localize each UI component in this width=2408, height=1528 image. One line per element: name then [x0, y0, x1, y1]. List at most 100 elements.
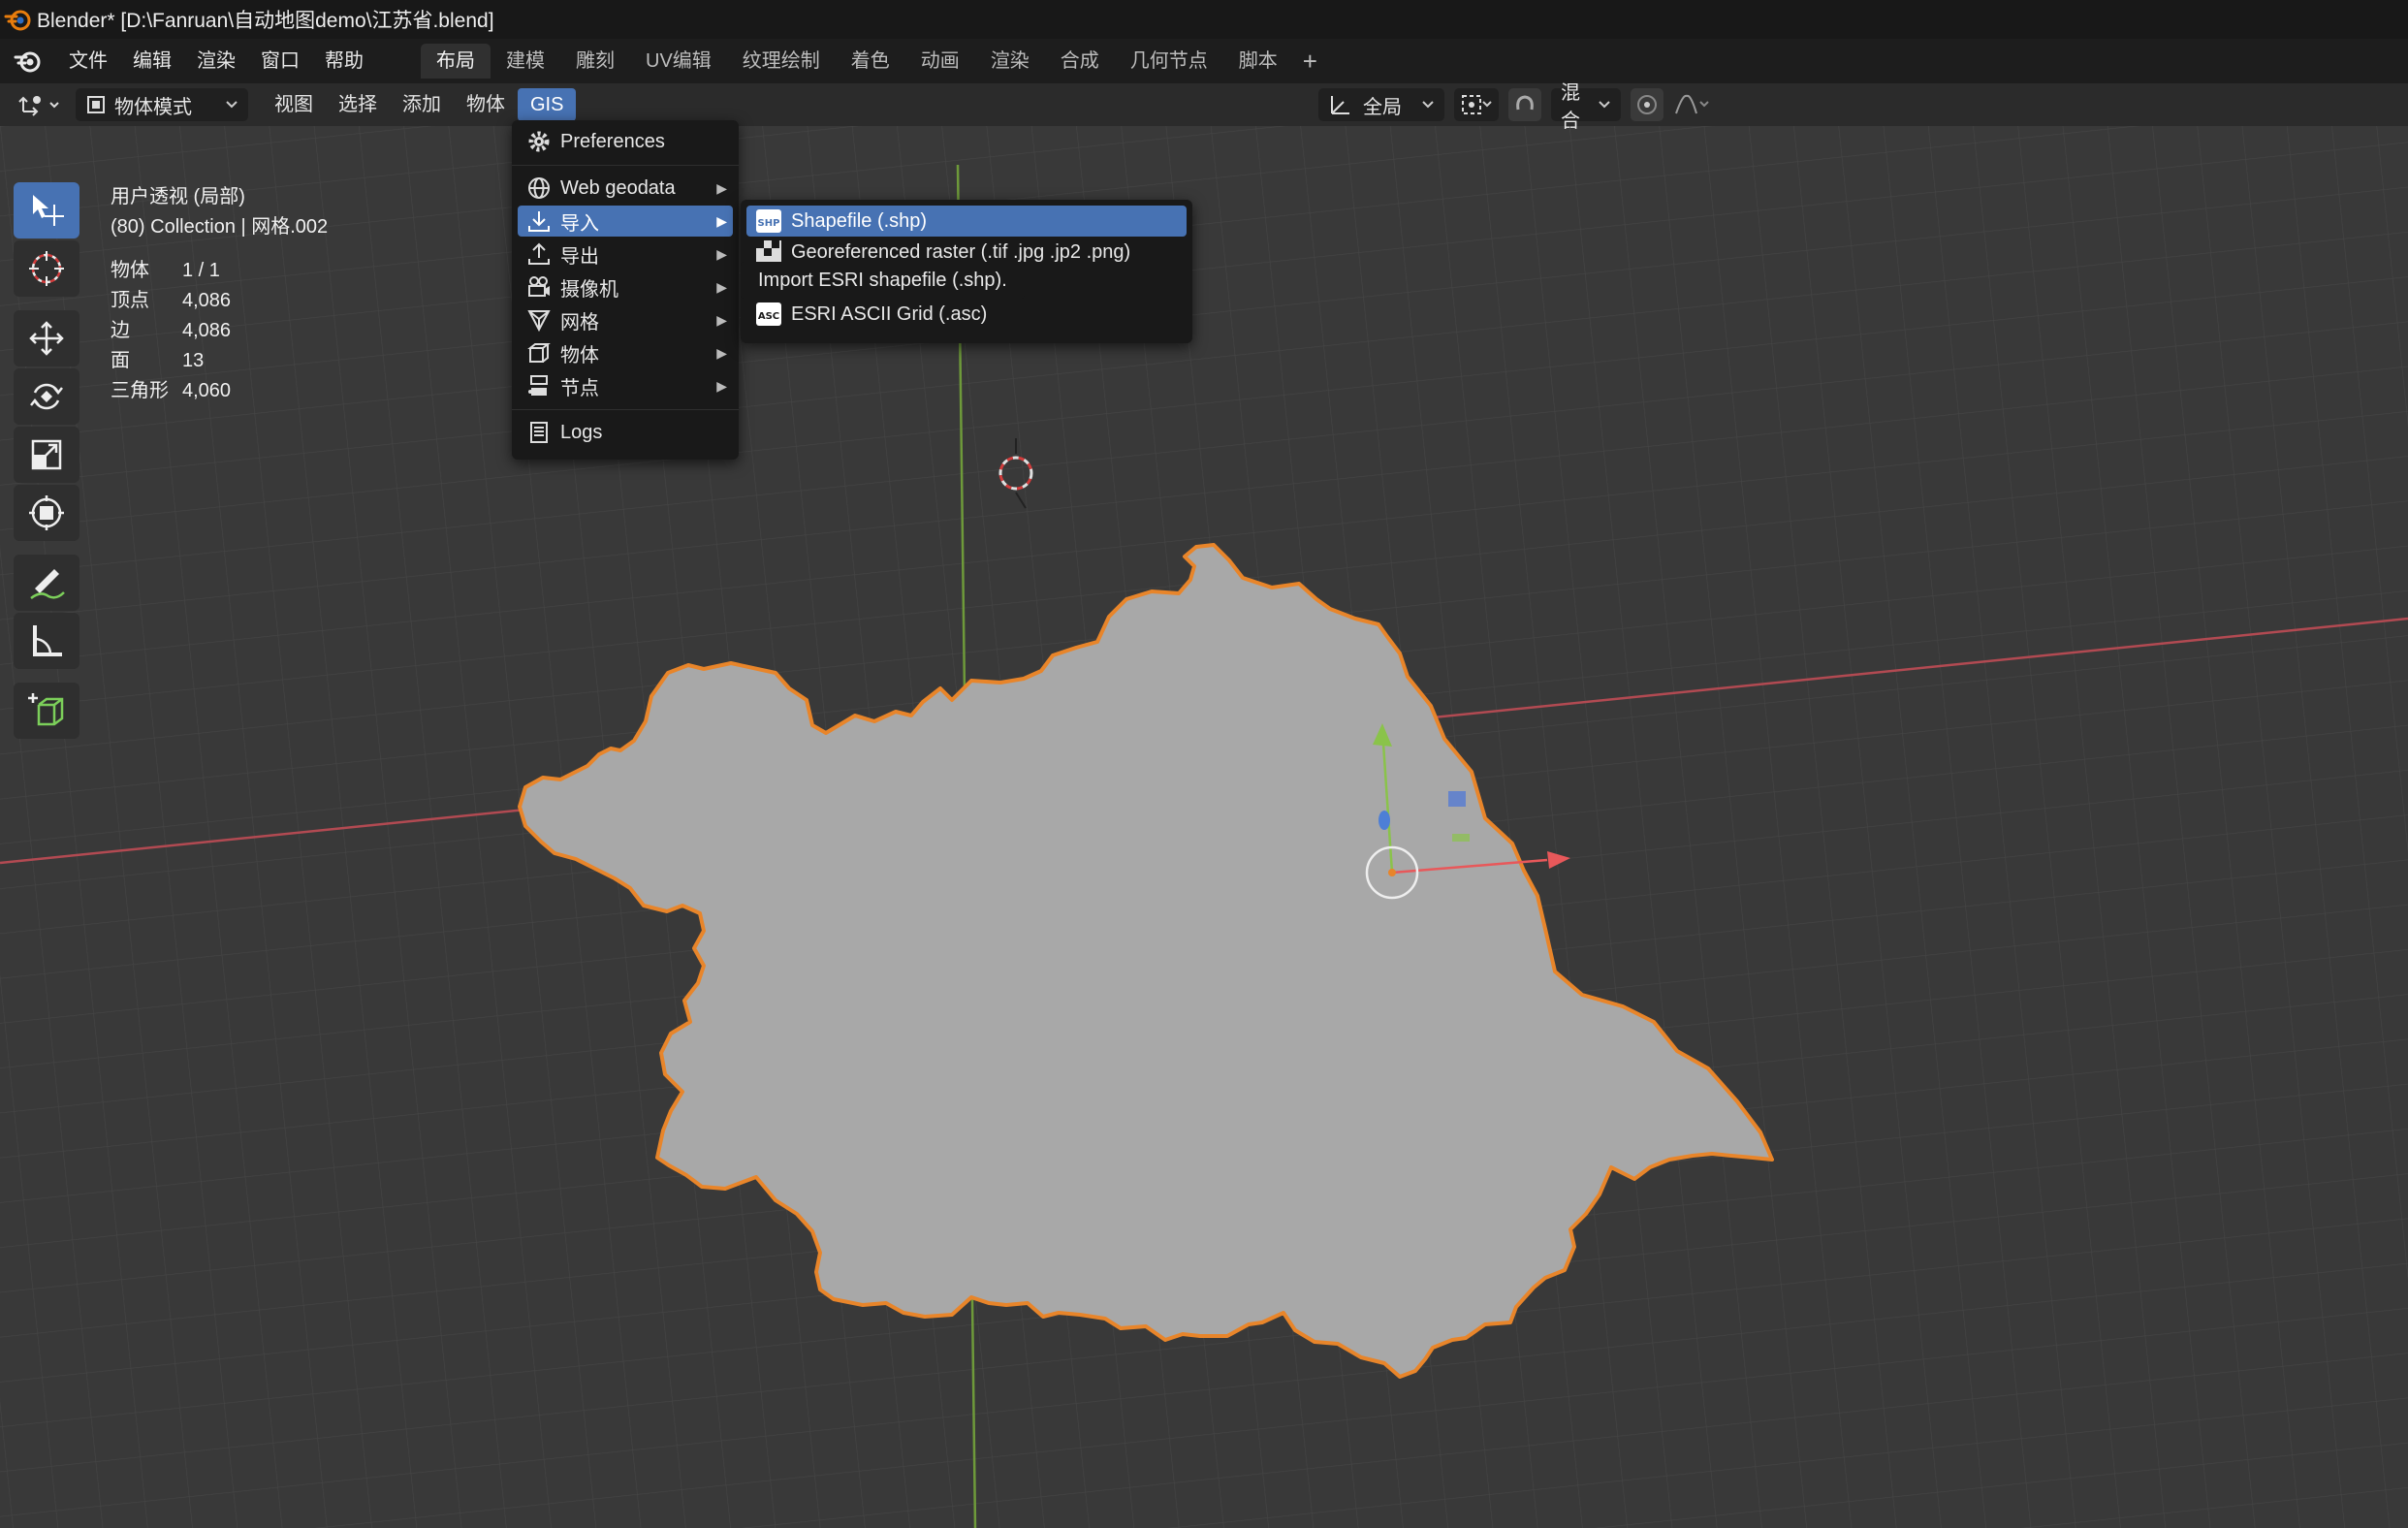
z-arrow-icon[interactable] — [1378, 811, 1390, 830]
transform-icon — [29, 495, 64, 530]
menu-item-node[interactable]: 节点 ▶ — [518, 370, 733, 401]
workspace-tabs: 布局 建模 雕刻 UV编辑 纹理绘制 着色 动画 渲染 合成 几何节点 脚本 + — [421, 44, 1327, 79]
menu-item-camera[interactable]: 摄像机 ▶ — [518, 271, 733, 302]
tooltip: Import ESRI shapefile (.shp). — [741, 262, 1025, 299]
tab-rendering[interactable]: 渲染 — [975, 44, 1045, 79]
menu-edit[interactable]: 编辑 — [120, 39, 184, 83]
menu-add[interactable]: 添加 — [390, 88, 454, 121]
mode-dropdown[interactable]: 物体模式 — [76, 88, 248, 121]
menu-item-esri-ascii-grid[interactable]: ASC ESRI ASCII Grid (.asc) — [746, 299, 1187, 330]
tool-cursor[interactable] — [14, 240, 79, 297]
3d-viewport[interactable]: 用户透视 (局部) (80) Collection | 网格.002 物体 1 /… — [0, 126, 2408, 1528]
plane-handle-icon[interactable] — [1448, 791, 1466, 807]
blender-menu-icon[interactable] — [12, 45, 45, 78]
stat-row: 顶点 4,086 — [111, 290, 232, 311]
menu-item-export[interactable]: 导出 ▶ — [518, 239, 733, 270]
header-menus: 视图 选择 添加 物体 GIS — [262, 88, 577, 121]
tab-uv-editing[interactable]: UV编辑 — [630, 44, 727, 79]
submenu-arrow-icon: ▶ — [716, 311, 727, 328]
snap-toggle[interactable] — [1508, 88, 1541, 121]
submenu-arrow-icon: ▶ — [716, 212, 727, 229]
mode-label: 物体模式 — [114, 96, 192, 118]
gear-icon — [525, 128, 553, 155]
tab-scripting[interactable]: 脚本 — [1223, 44, 1293, 79]
menu-item-shapefile[interactable]: SHP Shapefile (.shp) — [746, 206, 1187, 237]
object-icon — [525, 339, 553, 366]
scale-icon — [31, 439, 62, 470]
stat-row: 边 4,086 — [111, 320, 232, 341]
proportional-edit-toggle[interactable] — [1631, 88, 1663, 121]
stat-row: 面 13 — [111, 350, 205, 371]
falloff-curve-icon — [1675, 94, 1709, 114]
tool-add-cube[interactable] — [14, 683, 79, 739]
menu-file[interactable]: 文件 — [56, 39, 120, 83]
tool-shelf — [14, 182, 79, 741]
select-box-icon — [33, 195, 64, 226]
viewport-scene — [0, 126, 2408, 1528]
shp-icon: SHP — [756, 209, 781, 233]
submenu-arrow-icon: ▶ — [716, 278, 727, 295]
annotate-icon — [30, 569, 65, 599]
tab-animation[interactable]: 动画 — [905, 44, 975, 79]
top-menu-bar: 文件 编辑 渲染 窗口 帮助 布局 建模 雕刻 UV编辑 纹理绘制 着色 动画 … — [0, 39, 2408, 83]
tab-geometry-nodes[interactable]: 几何节点 — [1115, 44, 1223, 79]
snap-mode-dropdown[interactable]: 混合 — [1551, 82, 1621, 132]
tab-texture-paint[interactable]: 纹理绘制 — [727, 44, 836, 79]
tab-layout[interactable]: 布局 — [421, 44, 491, 79]
plane-handle-icon[interactable] — [1452, 834, 1470, 842]
falloff-dropdown[interactable] — [1673, 92, 1712, 117]
menu-item-import[interactable]: 导入 ▶ — [518, 206, 733, 237]
camera-icon — [525, 273, 553, 301]
editor-type-button[interactable] — [17, 90, 62, 119]
menu-render[interactable]: 渲染 — [184, 39, 248, 83]
submenu-arrow-icon: ▶ — [716, 245, 727, 262]
node-icon — [525, 372, 553, 399]
menu-help[interactable]: 帮助 — [312, 39, 376, 83]
tool-rotate[interactable] — [14, 368, 79, 425]
submenu-arrow-icon: ▶ — [716, 377, 727, 394]
menu-window[interactable]: 窗口 — [248, 39, 312, 83]
menu-gis[interactable]: GIS — [518, 88, 577, 121]
orientation-label: 全局 — [1363, 96, 1402, 118]
menu-object[interactable]: 物体 — [454, 88, 518, 121]
menu-item-web-geodata[interactable]: Web geodata ▶ — [518, 173, 733, 204]
menu-item-logs[interactable]: Logs — [518, 417, 733, 448]
measure-icon — [33, 625, 62, 656]
import-icon — [525, 207, 553, 235]
tool-transform[interactable] — [14, 485, 79, 541]
tab-sculpting[interactable]: 雕刻 — [560, 44, 630, 79]
magnet-icon — [1516, 95, 1534, 111]
pivot-dropdown[interactable] — [1454, 88, 1499, 121]
blend-mode-label: 混合 — [1561, 82, 1580, 132]
menu-select[interactable]: 选择 — [326, 88, 390, 121]
add-cube-icon — [28, 693, 64, 726]
gis-dropdown-menu: Preferences Web geodata ▶ 导入 ▶ 导出 ▶ 摄像机 … — [512, 120, 739, 460]
tool-measure[interactable] — [14, 613, 79, 669]
stat-row: 物体 1 / 1 — [111, 260, 220, 281]
tab-modeling[interactable]: 建模 — [491, 44, 560, 79]
submenu-arrow-icon: ▶ — [716, 344, 727, 361]
menu-item-preferences[interactable]: Preferences — [518, 126, 733, 157]
menu-item-object[interactable]: 物体 ▶ — [518, 337, 733, 368]
viewport-info-overlay: 用户透视 (局部) (80) Collection | 网格.002 物体 1 /… — [111, 182, 328, 406]
orientation-dropdown[interactable]: 全局 — [1318, 88, 1444, 121]
pivot-icon — [1462, 95, 1492, 114]
move-icon — [29, 321, 64, 356]
svg-text:SHP: SHP — [758, 218, 780, 229]
header-right-tools: 全局 混合 — [1318, 82, 1712, 132]
mesh-icon — [525, 306, 553, 334]
tab-shading[interactable]: 着色 — [836, 44, 905, 79]
tool-annotate[interactable] — [14, 555, 79, 611]
chevron-down-icon — [1422, 101, 1434, 109]
menu-view[interactable]: 视图 — [262, 88, 326, 121]
globe-icon — [525, 175, 553, 202]
editor-type-icon — [18, 96, 59, 116]
tab-compositing[interactable]: 合成 — [1045, 44, 1115, 79]
blender-logo-icon — [4, 10, 31, 31]
add-workspace-button[interactable]: + — [1293, 47, 1327, 77]
logs-icon — [525, 419, 553, 446]
menu-item-mesh[interactable]: 网格 ▶ — [518, 304, 733, 335]
tool-move[interactable] — [14, 310, 79, 366]
tool-scale[interactable] — [14, 427, 79, 483]
tool-select-box[interactable] — [14, 182, 79, 239]
